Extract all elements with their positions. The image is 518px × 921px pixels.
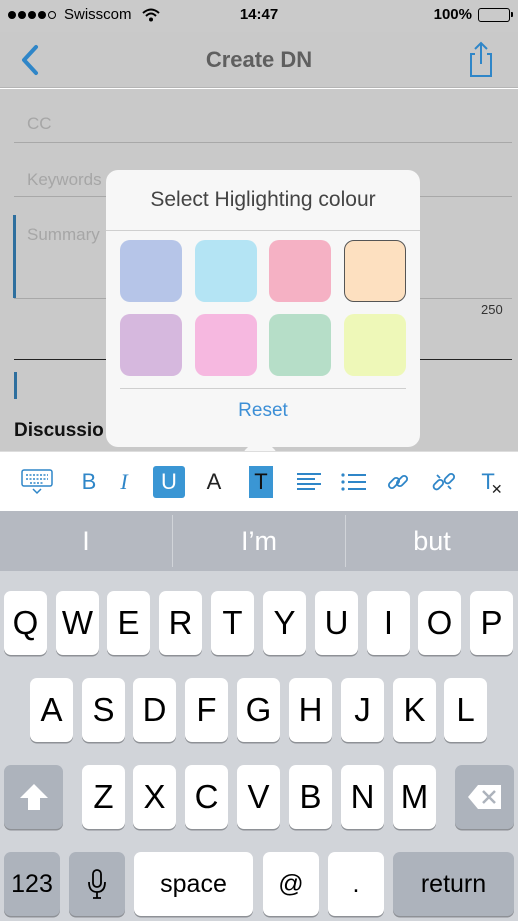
- navigation-bar: Create DN: [0, 32, 518, 88]
- clear-format-icon[interactable]: T ✕: [478, 466, 506, 498]
- discussion-label: Discussio: [14, 420, 104, 441]
- key-w[interactable]: W: [56, 591, 99, 655]
- highlight-colour-popover: Select Higlighting colour Reset: [106, 170, 420, 469]
- shift-key[interactable]: [4, 765, 63, 829]
- key-a[interactable]: A: [30, 678, 73, 742]
- summary-field[interactable]: Summary: [27, 225, 100, 245]
- key-k[interactable]: K: [393, 678, 436, 742]
- key-o[interactable]: O: [418, 591, 461, 655]
- battery-percent: 100%: [433, 6, 472, 23]
- popover-divider-bottom: [120, 388, 406, 389]
- dictation-key[interactable]: [69, 852, 125, 916]
- key-m[interactable]: M: [393, 765, 436, 829]
- colour-swatch-lilac[interactable]: [120, 314, 182, 376]
- reset-button[interactable]: Reset: [106, 400, 420, 422]
- key-v[interactable]: V: [237, 765, 280, 829]
- key-l[interactable]: L: [444, 678, 487, 742]
- key-i[interactable]: I: [367, 591, 410, 655]
- list-icon[interactable]: [339, 466, 369, 498]
- align-icon[interactable]: [294, 466, 324, 498]
- formatting-toolbar: B I U A T T ✕: [0, 451, 518, 511]
- battery-icon: [478, 7, 513, 22]
- highlight-button[interactable]: T: [249, 466, 273, 498]
- colour-swatch-yellow[interactable]: [344, 314, 406, 376]
- italic-button[interactable]: I: [110, 466, 138, 498]
- key-f[interactable]: F: [185, 678, 228, 742]
- cc-underline: [14, 142, 512, 143]
- colour-swatch-blue[interactable]: [120, 240, 182, 302]
- space-key[interactable]: space: [134, 852, 253, 916]
- colour-swatch-pink[interactable]: [269, 240, 331, 302]
- bold-button[interactable]: B: [75, 466, 103, 498]
- colour-swatch-cyan[interactable]: [195, 240, 257, 302]
- key-t[interactable]: T: [211, 591, 254, 655]
- microphone-icon: [88, 869, 106, 899]
- summary-focus-bar: [13, 215, 16, 298]
- dot-key[interactable]: .: [328, 852, 384, 916]
- colour-swatch-magenta[interactable]: [195, 314, 257, 376]
- unlink-icon[interactable]: [430, 466, 458, 498]
- suggestion-3[interactable]: but: [346, 511, 518, 571]
- key-r[interactable]: R: [159, 591, 202, 655]
- popover-divider: [106, 230, 420, 231]
- key-u[interactable]: U: [315, 591, 358, 655]
- discussion-text-cursor[interactable]: [14, 372, 17, 399]
- battery-status: 100%: [433, 6, 513, 23]
- suggestion-2[interactable]: I’m: [173, 511, 345, 571]
- share-icon[interactable]: [466, 40, 496, 78]
- key-z[interactable]: Z: [82, 765, 125, 829]
- backspace-icon: [467, 785, 501, 809]
- at-key[interactable]: @: [263, 852, 319, 916]
- summary-counter: 250: [481, 302, 503, 317]
- key-s[interactable]: S: [82, 678, 125, 742]
- popover-title: Select Higlighting colour: [150, 188, 376, 211]
- key-p[interactable]: P: [470, 591, 513, 655]
- status-bar: Swisscom 14:47 100%: [0, 0, 518, 32]
- key-h[interactable]: H: [289, 678, 332, 742]
- suggestion-bar: I I’m but: [0, 511, 518, 571]
- key-y[interactable]: Y: [263, 591, 306, 655]
- numbers-key[interactable]: 123: [4, 852, 60, 916]
- shift-arrow-icon: [19, 784, 48, 810]
- key-n[interactable]: N: [341, 765, 384, 829]
- suggestion-1[interactable]: I: [0, 511, 172, 571]
- keyboard-hide-icon[interactable]: [20, 466, 54, 498]
- key-b[interactable]: B: [289, 765, 332, 829]
- colour-swatch-peach[interactable]: [344, 240, 406, 302]
- return-key[interactable]: return: [393, 852, 514, 916]
- link-icon[interactable]: [384, 466, 412, 498]
- underline-button[interactable]: U: [153, 466, 185, 498]
- key-c[interactable]: C: [185, 765, 228, 829]
- backspace-key[interactable]: [455, 765, 514, 829]
- key-q[interactable]: Q: [4, 591, 47, 655]
- keyboard: I I’m but Q W E R T Y U I O P A S D F G …: [0, 511, 518, 921]
- key-g[interactable]: G: [237, 678, 280, 742]
- key-j[interactable]: J: [341, 678, 384, 742]
- colour-swatch-green[interactable]: [269, 314, 331, 376]
- page-title: Create DN: [205, 47, 313, 72]
- cc-field[interactable]: CC: [27, 114, 52, 134]
- key-d[interactable]: D: [133, 678, 176, 742]
- key-x[interactable]: X: [133, 765, 176, 829]
- key-e[interactable]: E: [107, 591, 150, 655]
- font-color-button[interactable]: A: [200, 466, 228, 498]
- keywords-field[interactable]: Keywords: [27, 170, 102, 190]
